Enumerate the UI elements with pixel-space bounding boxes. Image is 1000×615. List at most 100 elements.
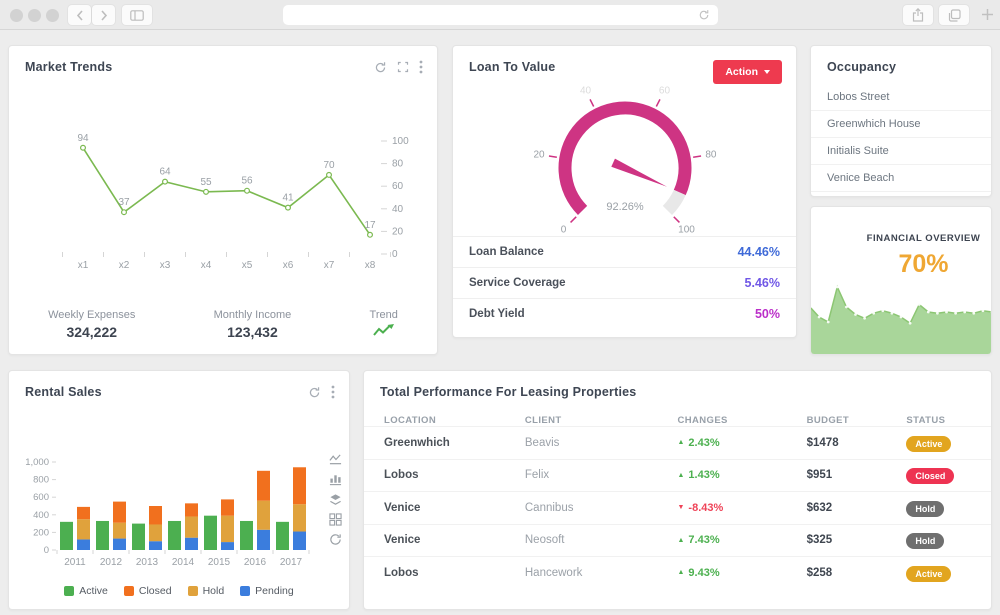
stat-block: Trend [370, 309, 398, 340]
stack-icon[interactable] [329, 493, 342, 506]
line-chart-icon[interactable] [329, 453, 342, 466]
svg-text:60: 60 [659, 85, 671, 96]
svg-text:x3: x3 [160, 260, 171, 271]
back-button[interactable] [68, 5, 91, 25]
legend-item[interactable]: Hold [188, 585, 225, 597]
svg-text:80: 80 [705, 149, 717, 160]
market-trends-line-chart: 02040608010094x137x264x355x456x541x670x7… [9, 46, 437, 286]
restore-icon[interactable] [329, 533, 342, 546]
address-bar[interactable] [283, 5, 718, 25]
svg-text:0: 0 [392, 249, 398, 260]
cell-client: Cannibus [525, 502, 678, 514]
loan-to-value-gauge: 02040608010092.26% [475, 76, 775, 236]
cell-status: Active [906, 434, 971, 452]
metric-value: 50% [755, 307, 780, 321]
arrow-down-icon: ▼ [677, 504, 684, 511]
legend-label: Pending [255, 585, 294, 597]
svg-text:60: 60 [392, 181, 404, 192]
cell-budget: $951 [807, 469, 907, 481]
table-row[interactable]: VeniceCannibus▼-8.43%$632Hold [364, 491, 991, 524]
change-value: 1.43% [688, 469, 719, 481]
cell-changes: ▼-8.43% [677, 502, 806, 514]
financial-overview-title: FINANCIAL OVERVIEW [856, 233, 991, 244]
legend-swatch [240, 586, 250, 596]
svg-text:2014: 2014 [172, 557, 195, 568]
legend-swatch [188, 586, 198, 596]
metric-label: Service Coverage [469, 277, 566, 289]
table-row[interactable]: GreenwhichBeavis▲2.43%$1478Active [364, 426, 991, 459]
legend-label: Closed [139, 585, 172, 597]
svg-text:0: 0 [44, 545, 49, 556]
chart-toolbox [329, 453, 342, 546]
svg-text:80: 80 [392, 159, 404, 170]
bar-chart-icon[interactable] [329, 473, 342, 486]
cell-status: Hold [906, 531, 971, 549]
browser-chrome [0, 0, 1000, 30]
svg-text:37: 37 [118, 197, 130, 208]
table-body: GreenwhichBeavis▲2.43%$1478ActiveLobosFe… [364, 426, 991, 589]
svg-text:55: 55 [200, 177, 212, 188]
window-close-button[interactable] [10, 9, 23, 22]
svg-text:2017: 2017 [280, 557, 303, 568]
svg-text:40: 40 [392, 204, 404, 215]
table-row[interactable]: VeniceNeosoft▲7.43%$325Hold [364, 524, 991, 557]
svg-text:100: 100 [678, 225, 695, 236]
legend-item[interactable]: Pending [240, 585, 294, 597]
table-row[interactable]: LobosFelix▲1.43%$951Closed [364, 459, 991, 492]
status-badge: Closed [906, 468, 954, 484]
table-row[interactable]: LobosHancework▲9.43%$258Active [364, 556, 991, 589]
svg-text:200: 200 [33, 527, 49, 538]
svg-text:70: 70 [323, 160, 335, 171]
cell-changes: ▲9.43% [677, 567, 806, 579]
share-button[interactable] [903, 5, 933, 25]
arrow-up-icon: ▲ [677, 472, 684, 479]
metric-row: Service Coverage5.46% [453, 267, 796, 298]
reload-icon[interactable] [698, 8, 710, 26]
occupancy-item[interactable]: Greenwhich House [811, 111, 991, 138]
occupancy-item[interactable]: Lobos Street [811, 84, 991, 111]
financial-overview-card: FINANCIAL OVERVIEW 70% [810, 206, 992, 355]
table-header: LOCATIONCLIENTCHANGESBUDGETSTATUS [364, 415, 991, 426]
market-trends-card: Market Trends 02040608010094x137x264x355… [8, 45, 438, 355]
cell-location: Venice [384, 502, 525, 514]
sidebar-toggle-button[interactable] [122, 5, 152, 25]
occupancy-item[interactable]: Venice Beach [811, 165, 991, 192]
cell-location: Greenwhich [384, 437, 525, 449]
svg-text:x8: x8 [365, 260, 376, 271]
column-header: LOCATION [384, 415, 525, 426]
forward-button[interactable] [92, 5, 115, 25]
tabs-button[interactable] [939, 5, 969, 25]
arrow-up-icon: ▲ [677, 537, 684, 544]
cell-status: Active [906, 564, 971, 582]
window-zoom-button[interactable] [46, 9, 59, 22]
legend-item[interactable]: Active [64, 585, 108, 597]
leasing-performance-card: Total Performance For Leasing Properties… [363, 370, 992, 610]
svg-text:92.26%: 92.26% [606, 201, 644, 213]
change-value: 9.43% [688, 567, 719, 579]
change-value: 2.43% [688, 437, 719, 449]
svg-text:x5: x5 [242, 260, 253, 271]
occupancy-item[interactable]: Initialis Suite [811, 138, 991, 165]
svg-text:x1: x1 [78, 260, 89, 271]
svg-text:800: 800 [33, 475, 49, 486]
legend-item[interactable]: Closed [124, 585, 172, 597]
column-header: BUDGET [807, 415, 907, 426]
svg-text:2011: 2011 [64, 557, 86, 568]
stat-label: Trend [370, 309, 398, 321]
stat-value: 123,432 [214, 324, 292, 340]
new-tab-button[interactable] [981, 8, 994, 26]
occupancy-card: Occupancy Lobos StreetGreenwhich HouseIn… [810, 45, 992, 197]
svg-text:40: 40 [580, 85, 592, 96]
window-minimize-button[interactable] [28, 9, 41, 22]
svg-text:2016: 2016 [244, 557, 267, 568]
svg-text:17: 17 [364, 220, 376, 231]
cell-status: Closed [906, 466, 971, 484]
tiled-icon[interactable] [329, 513, 342, 526]
loan-to-value-card: Loan To Value Action 02040608010092.26% … [452, 45, 797, 338]
svg-text:56: 56 [241, 176, 253, 187]
cell-changes: ▲7.43% [677, 534, 806, 546]
card-title: Occupancy [827, 60, 896, 74]
svg-text:2012: 2012 [100, 557, 123, 568]
legend-swatch [64, 586, 74, 596]
svg-text:41: 41 [282, 193, 294, 204]
